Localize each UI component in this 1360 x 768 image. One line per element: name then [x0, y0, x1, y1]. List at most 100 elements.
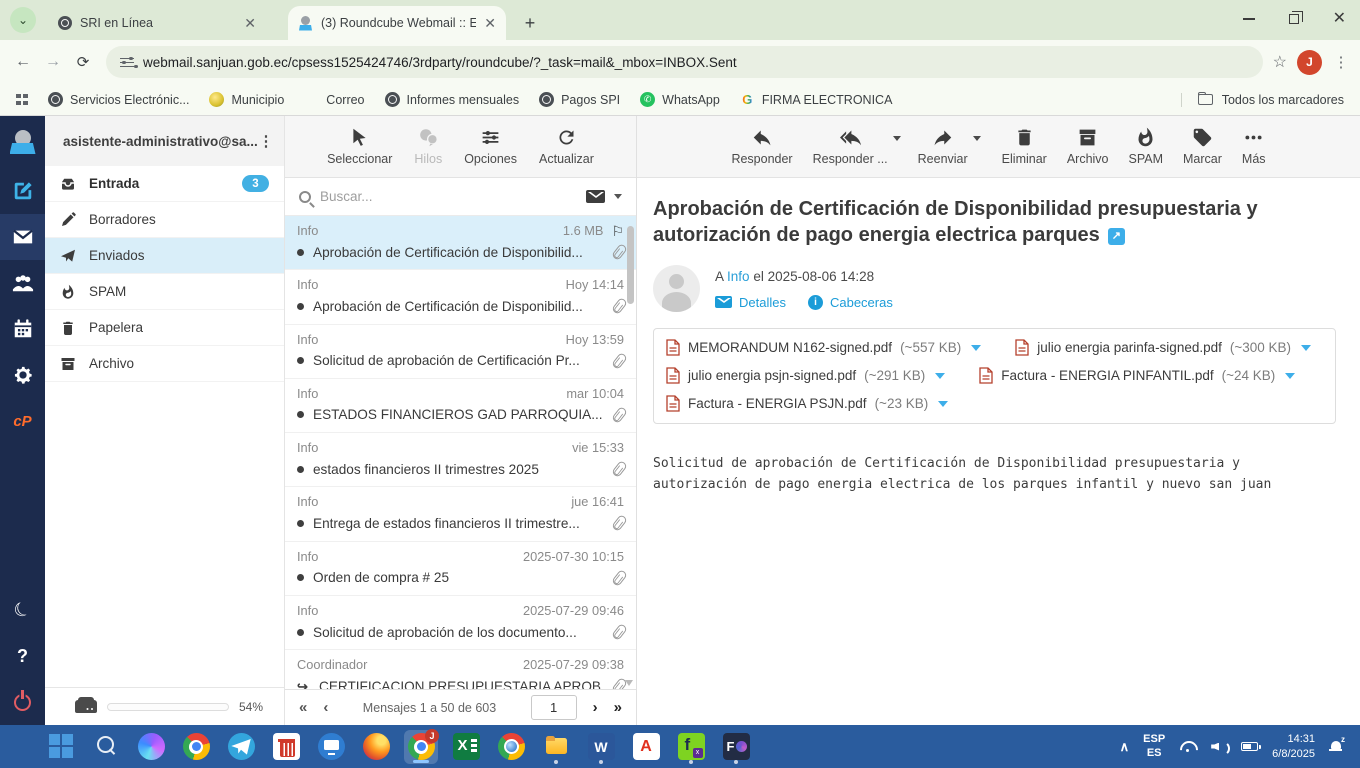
- search-options-chevron-icon[interactable]: [614, 194, 622, 199]
- attachment-item[interactable]: julio energia psjn-signed.pdf (~291 KB): [666, 362, 945, 390]
- threads-button[interactable]: Hilos: [414, 127, 442, 166]
- flag-icon[interactable]: [611, 224, 624, 238]
- tab-close-icon[interactable]: ✕: [244, 15, 256, 32]
- first-page-button[interactable]: «: [299, 699, 307, 716]
- apps-grid-icon[interactable]: [16, 94, 28, 106]
- site-settings-icon[interactable]: [120, 57, 134, 68]
- contacts-nav-button[interactable]: [0, 260, 45, 306]
- taskbar-app-button[interactable]: [224, 730, 258, 764]
- taskbar-app-button[interactable]: [719, 730, 753, 764]
- search-scope-mail-icon[interactable]: [586, 190, 605, 203]
- account-menu-icon[interactable]: ⋮: [258, 132, 274, 150]
- taskbar-app-button[interactable]: [449, 730, 483, 764]
- bookmark-item[interactable]: Municipio: [209, 92, 284, 107]
- folder-entrada[interactable]: Entrada 3: [45, 166, 284, 202]
- reload-icon[interactable]: ⟳: [70, 49, 96, 75]
- attachment-item[interactable]: Factura - ENERGIA PINFANTIL.pdf (~24 KB): [979, 362, 1295, 390]
- settings-nav-button[interactable]: [0, 352, 45, 398]
- roundcube-logo[interactable]: [0, 116, 45, 168]
- prev-page-button[interactable]: ‹: [323, 699, 328, 716]
- mark-button[interactable]: Marcar: [1183, 127, 1222, 166]
- taskbar-app-button[interactable]: [674, 730, 708, 764]
- volume-icon[interactable]: [1211, 740, 1227, 753]
- forward-icon[interactable]: →: [40, 49, 66, 75]
- folder-borradores[interactable]: Borradores: [45, 202, 284, 238]
- browser-menu-icon[interactable]: ⋮: [1332, 53, 1350, 71]
- taskbar-app-button[interactable]: [269, 730, 303, 764]
- refresh-button[interactable]: Actualizar: [539, 127, 594, 166]
- list-scrollbar-thumb[interactable]: [627, 226, 634, 304]
- browser-tab-roundcube[interactable]: (3) Roundcube Webmail :: Envia ✕: [288, 6, 506, 40]
- tab-search-chevron-icon[interactable]: ⌄: [10, 7, 36, 33]
- headers-link[interactable]: Cabeceras: [808, 295, 893, 310]
- forward-button[interactable]: Reenviar: [918, 127, 968, 166]
- restore-icon[interactable]: [1289, 14, 1299, 24]
- browser-tab-sri[interactable]: SRI en Línea ✕: [48, 6, 266, 40]
- message-row[interactable]: Info jue 16:41 Entrega de estados financ…: [285, 487, 636, 541]
- open-external-icon[interactable]: [1108, 228, 1125, 245]
- last-page-button[interactable]: »: [614, 699, 622, 716]
- wifi-icon[interactable]: [1179, 740, 1197, 754]
- message-row[interactable]: Info 2025-07-29 09:46 Solicitud de aprob…: [285, 596, 636, 650]
- logout-button[interactable]: [0, 679, 45, 725]
- bookmark-item[interactable]: Servicios Electrónic...: [48, 92, 189, 107]
- attachment-item[interactable]: Factura - ENERGIA PSJN.pdf (~23 KB): [666, 390, 948, 418]
- bookmark-item[interactable]: WhatsApp: [640, 92, 720, 107]
- attachment-item[interactable]: MEMORANDUM N162-signed.pdf (~557 KB): [666, 334, 981, 362]
- archive-button[interactable]: Archivo: [1067, 127, 1109, 166]
- calendar-nav-button[interactable]: [0, 306, 45, 352]
- taskbar-app-button[interactable]: [89, 730, 123, 764]
- list-scrollbar-arrow[interactable]: [625, 680, 633, 686]
- options-button[interactable]: Opciones: [464, 127, 517, 166]
- reply-all-chevron-icon[interactable]: [893, 136, 901, 141]
- more-button[interactable]: Más: [1242, 127, 1266, 166]
- tab-close-icon[interactable]: ✕: [484, 15, 496, 32]
- message-row[interactable]: Info 2025-07-30 10:15 Orden de compra # …: [285, 542, 636, 596]
- select-button[interactable]: Seleccionar: [327, 127, 392, 166]
- cpanel-button[interactable]: cP: [0, 398, 45, 444]
- taskbar-app-button[interactable]: [494, 730, 528, 764]
- folder-spam[interactable]: SPAM: [45, 274, 284, 310]
- attachment-menu-chevron-icon[interactable]: [971, 345, 981, 351]
- message-row[interactable]: Info 1.6 MB Aprobación de Certificación …: [285, 216, 636, 270]
- attachment-item[interactable]: julio energia parinfa-signed.pdf (~300 K…: [1015, 334, 1311, 362]
- bookmark-star-icon[interactable]: ☆: [1273, 52, 1287, 72]
- back-icon[interactable]: ←: [10, 49, 36, 75]
- message-row[interactable]: Info mar 10:04 ESTADOS FINANCIEROS GAD P…: [285, 379, 636, 433]
- message-row[interactable]: Info Hoy 14:14 Aprobación de Certificaci…: [285, 270, 636, 324]
- attachment-menu-chevron-icon[interactable]: [1285, 373, 1295, 379]
- notification-bell-icon[interactable]: [1329, 740, 1342, 753]
- search-input[interactable]: [320, 189, 577, 204]
- bookmark-item[interactable]: Informes mensuales: [385, 92, 520, 107]
- forward-chevron-icon[interactable]: [973, 136, 981, 141]
- delete-button[interactable]: Eliminar: [1002, 127, 1047, 166]
- message-row[interactable]: Info Hoy 13:59 Solicitud de aprobación d…: [285, 325, 636, 379]
- folder-archivo[interactable]: Archivo: [45, 346, 284, 382]
- bookmark-item[interactable]: Pagos SPI: [539, 92, 620, 107]
- spam-button[interactable]: SPAM: [1129, 127, 1164, 166]
- attachment-menu-chevron-icon[interactable]: [1301, 345, 1311, 351]
- taskbar-app-button[interactable]: [629, 730, 663, 764]
- tray-expand-chevron-icon[interactable]: ∧: [1120, 739, 1130, 755]
- taskbar-app-button[interactable]: [314, 730, 348, 764]
- reply-button[interactable]: Responder: [731, 127, 792, 166]
- recipient-link[interactable]: Info: [727, 269, 750, 284]
- folder-enviados[interactable]: Enviados: [45, 238, 284, 274]
- minimize-icon[interactable]: [1243, 18, 1255, 20]
- taskbar-app-button[interactable]: [179, 730, 213, 764]
- taskbar-app-button[interactable]: [134, 730, 168, 764]
- bookmark-item[interactable]: FIRMA ELECTRONICA: [740, 92, 893, 107]
- taskbar-app-button[interactable]: [44, 730, 78, 764]
- bookmark-item[interactable]: Correo: [304, 92, 364, 107]
- details-link[interactable]: Detalles: [715, 295, 786, 310]
- attachment-menu-chevron-icon[interactable]: [935, 373, 945, 379]
- next-page-button[interactable]: ›: [593, 699, 598, 716]
- attachment-menu-chevron-icon[interactable]: [938, 401, 948, 407]
- taskbar-app-button[interactable]: [584, 730, 618, 764]
- taskbar-app-button[interactable]: [359, 730, 393, 764]
- message-row[interactable]: Info vie 15:33 estados financieros II tr…: [285, 433, 636, 487]
- help-button[interactable]: ?: [0, 633, 45, 679]
- close-icon[interactable]: ✕: [1333, 11, 1346, 27]
- message-row[interactable]: Coordinador 2025-07-29 09:38 CERTIFICACI…: [285, 650, 636, 689]
- compose-button[interactable]: [0, 168, 45, 214]
